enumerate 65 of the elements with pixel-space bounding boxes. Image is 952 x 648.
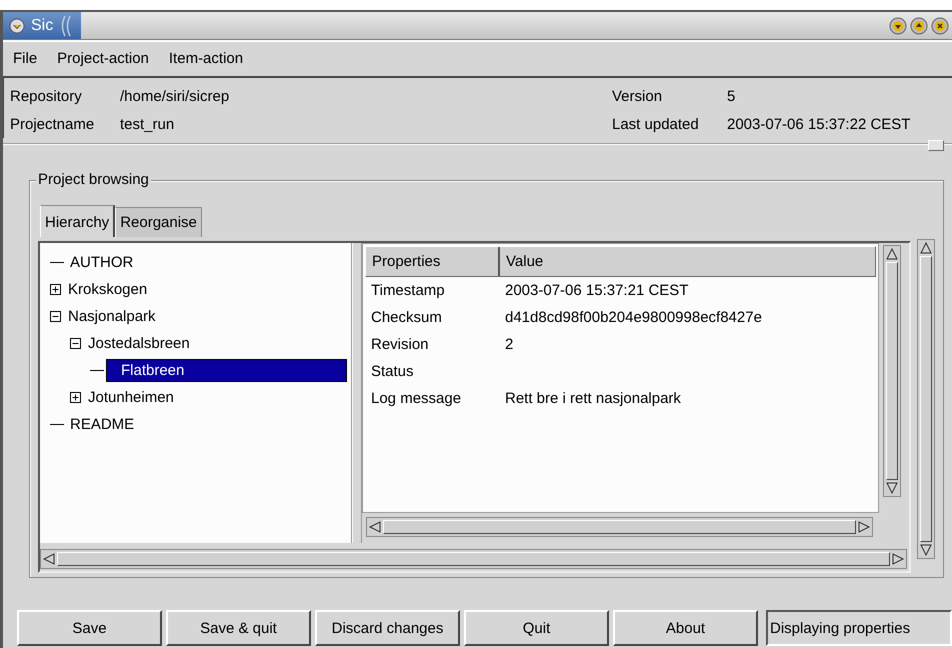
close-icon[interactable] bbox=[931, 16, 949, 34]
table-cell-text: Revision bbox=[370, 336, 430, 353]
connector-line bbox=[90, 370, 104, 371]
action-button[interactable]: Save bbox=[17, 610, 162, 646]
minimize-icon[interactable] bbox=[889, 16, 907, 34]
scroll-down-icon[interactable] bbox=[885, 481, 899, 495]
status-text: Displaying properties bbox=[766, 610, 952, 646]
table-cell-text: Checksum bbox=[370, 309, 443, 326]
connector-line bbox=[50, 262, 64, 263]
scroll-up-icon[interactable] bbox=[919, 241, 933, 255]
action-button[interactable]: About bbox=[613, 610, 758, 646]
window-menu-icon[interactable] bbox=[9, 18, 25, 34]
info-value: test_run bbox=[120, 116, 174, 132]
scroll-left-icon[interactable] bbox=[368, 520, 382, 534]
tab[interactable]: Reorganise bbox=[115, 207, 202, 237]
tree-item[interactable]: AUTHOR bbox=[66, 252, 138, 273]
menu-item[interactable]: Item-action bbox=[166, 50, 246, 67]
table-cell-text: 2 bbox=[504, 336, 514, 353]
info-label: Projectname bbox=[10, 116, 96, 132]
vertical-scrollbar[interactable] bbox=[883, 245, 901, 497]
table-cell-text: Status bbox=[370, 363, 415, 380]
maximize-icon[interactable] bbox=[910, 16, 928, 34]
table-cell-text: 2003-07-06 15:37:21 CEST bbox=[504, 282, 690, 299]
column-header[interactable]: Properties bbox=[366, 247, 500, 276]
column-header[interactable]: Value bbox=[500, 247, 550, 276]
info-label: Last updated bbox=[612, 116, 700, 132]
tree-item[interactable]: Jostedalsbreen bbox=[84, 333, 194, 354]
info-value: /home/siri/sicrep bbox=[120, 88, 230, 104]
scroll-right-icon[interactable] bbox=[891, 552, 905, 566]
expander-icon[interactable] bbox=[50, 284, 62, 296]
scroll-down-icon[interactable] bbox=[919, 543, 933, 557]
expander-icon[interactable] bbox=[50, 310, 62, 322]
tree-item[interactable]: Flatbreen bbox=[106, 359, 347, 382]
tree-item[interactable]: README bbox=[66, 414, 138, 435]
info-value: 2003-07-06 15:37:22 CEST bbox=[727, 116, 910, 132]
horizontal-scrollbar[interactable] bbox=[366, 517, 873, 537]
window-title: Sic bbox=[31, 16, 54, 34]
action-button[interactable]: Discard changes bbox=[315, 610, 460, 646]
grip-drawing bbox=[59, 14, 74, 36]
splitter-handle[interactable] bbox=[928, 140, 944, 151]
action-button[interactable]: Save & quit bbox=[166, 610, 311, 646]
tab[interactable]: Hierarchy bbox=[40, 205, 116, 237]
info-label: Version bbox=[612, 88, 664, 104]
tree-item[interactable]: Nasjonalpark bbox=[64, 306, 160, 327]
vertical-scrollbar[interactable] bbox=[917, 239, 935, 559]
scroll-right-icon[interactable] bbox=[857, 520, 871, 534]
scroll-up-icon[interactable] bbox=[885, 247, 899, 261]
menu-item[interactable]: File bbox=[11, 50, 40, 67]
info-value: 5 bbox=[727, 88, 736, 104]
group-title: Project browsing bbox=[36, 171, 151, 188]
tree-item[interactable]: Jotunheimen bbox=[84, 387, 178, 408]
expander-icon[interactable] bbox=[70, 392, 82, 404]
expander-icon[interactable] bbox=[70, 338, 82, 350]
table-cell-text: d41d8cd98f00b204e9800998ecf8427e bbox=[504, 309, 763, 326]
info-label: Repository bbox=[10, 88, 83, 104]
table-cell-text: Log message bbox=[370, 390, 462, 407]
table-cell-text: Rett bre i rett nasjonalpark bbox=[504, 390, 682, 407]
table-cell-text: Timestamp bbox=[370, 282, 446, 299]
scroll-left-icon[interactable] bbox=[42, 552, 56, 566]
horizontal-scrollbar[interactable] bbox=[40, 549, 907, 569]
connector-line bbox=[50, 424, 64, 425]
menu-item[interactable]: Project-action bbox=[55, 50, 151, 67]
action-button[interactable]: Quit bbox=[464, 610, 609, 646]
splitter-bar[interactable] bbox=[352, 243, 362, 543]
tree-item[interactable]: Krokskogen bbox=[64, 279, 152, 300]
